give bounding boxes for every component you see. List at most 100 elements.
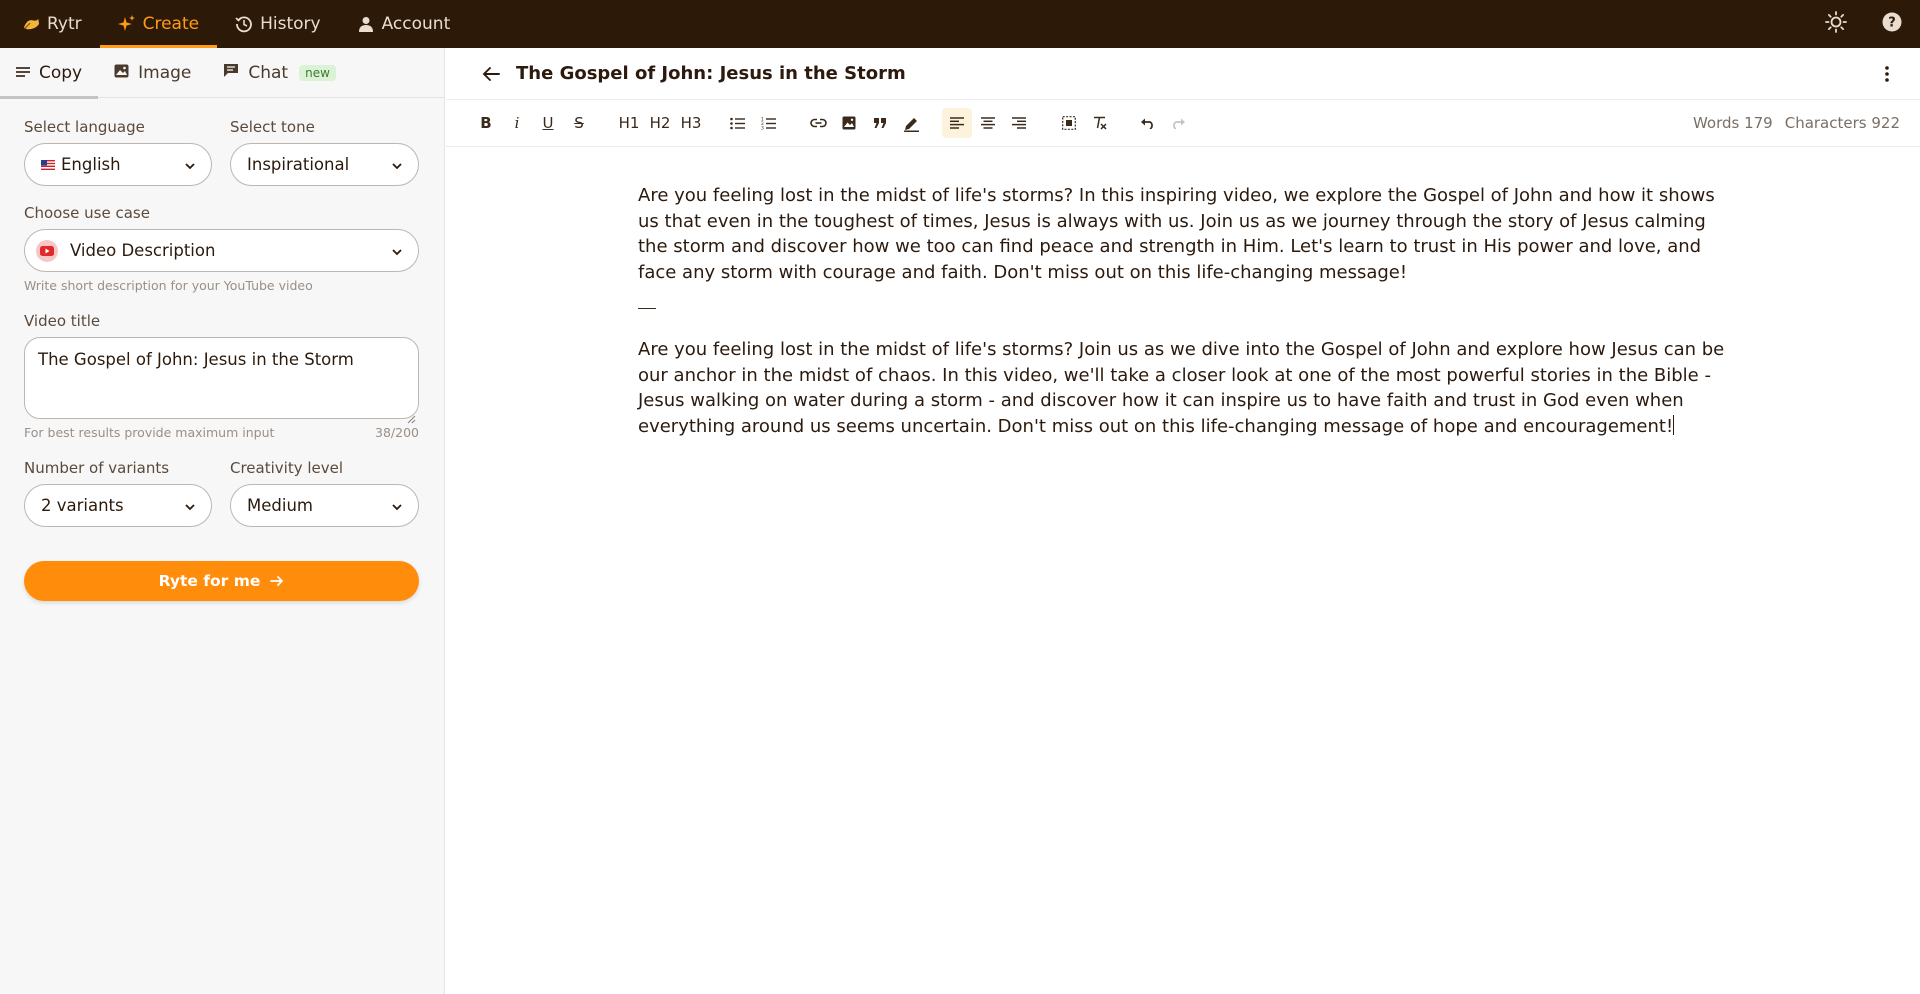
svg-text:3: 3: [761, 125, 764, 130]
heading1-button[interactable]: H1: [615, 108, 643, 138]
tone-value: Inspirational: [247, 155, 350, 174]
use-case-label: Choose use case: [24, 204, 150, 222]
sidebar-tabs: Copy Image Chat new: [0, 48, 444, 99]
use-case-select[interactable]: Video Description: [24, 229, 419, 272]
align-center-icon: [981, 117, 995, 129]
select-all-button[interactable]: [1055, 108, 1083, 138]
nav-history-label: History: [260, 14, 321, 34]
character-count: Characters 922: [1784, 114, 1900, 132]
align-left-button[interactable]: [942, 108, 972, 138]
tab-chat[interactable]: Chat new: [207, 48, 352, 98]
align-left-icon: [950, 117, 964, 129]
resize-handle-icon[interactable]: [407, 409, 416, 424]
image-icon: [842, 116, 856, 130]
chevron-down-icon: [183, 499, 197, 513]
back-button[interactable]: [476, 59, 506, 89]
tab-copy-label: Copy: [39, 62, 83, 83]
clear-formatting-button[interactable]: [1086, 108, 1114, 138]
svg-text:?: ?: [1888, 16, 1896, 31]
brand-link[interactable]: Rytr: [0, 0, 100, 48]
align-center-button[interactable]: [974, 108, 1002, 138]
numbered-list-button[interactable]: 123: [755, 108, 783, 138]
quote-button[interactable]: [866, 108, 894, 138]
clear-format-icon: [1093, 116, 1107, 130]
ryte-button-label: Ryte for me: [158, 572, 261, 590]
arrow-left-icon: [482, 66, 500, 82]
variant-2-text: Are you feeling lost in the midst of lif…: [638, 338, 1725, 437]
undo-icon: [1140, 118, 1155, 129]
link-button[interactable]: [804, 108, 832, 138]
heading3-button[interactable]: H3: [677, 108, 705, 138]
video-title-label: Video title: [24, 312, 101, 330]
history-icon: [235, 15, 253, 33]
video-title-input[interactable]: The Gospel of John: Jesus in the Storm: [24, 337, 419, 419]
nav-create[interactable]: Create: [99, 0, 218, 48]
bullet-list-button[interactable]: [724, 108, 752, 138]
tone-select[interactable]: Inspirational: [230, 143, 419, 186]
nav-history[interactable]: History: [217, 0, 338, 48]
more-options-button[interactable]: [1874, 61, 1900, 87]
redo-icon: [1171, 118, 1186, 129]
strikethrough-button[interactable]: S: [565, 108, 593, 138]
theme-toggle-button[interactable]: [1808, 0, 1864, 48]
align-right-button[interactable]: [1005, 108, 1033, 138]
link-icon: [809, 118, 827, 128]
highlighter-pen-icon: [903, 115, 920, 132]
redo-button[interactable]: [1164, 108, 1192, 138]
language-select[interactable]: English: [24, 143, 212, 186]
user-icon: [357, 15, 375, 33]
bullet-list-icon: [730, 117, 746, 130]
chevron-down-icon: [390, 499, 404, 513]
bold-button[interactable]: B: [472, 108, 500, 138]
insert-image-button[interactable]: [835, 108, 863, 138]
nav-actions: ?: [1808, 0, 1920, 48]
creativity-select[interactable]: Medium: [230, 484, 419, 527]
chevron-down-icon: [390, 244, 404, 258]
heading2-button[interactable]: H2: [646, 108, 674, 138]
tab-chat-label: Chat: [248, 62, 289, 83]
tab-image-label: Image: [138, 62, 192, 83]
document-header: The Gospel of John: Jesus in the Storm: [446, 48, 1920, 100]
word-count: Words 179: [1692, 114, 1773, 132]
variants-value: 2 variants: [41, 496, 124, 515]
use-case-value: Video Description: [70, 241, 216, 260]
variants-select[interactable]: 2 variants: [24, 484, 212, 527]
ryte-for-me-button[interactable]: Ryte for me: [24, 561, 419, 601]
use-case-hint: Write short description for your YouTube…: [24, 278, 313, 293]
nav-account[interactable]: Account: [339, 0, 469, 48]
help-icon: ?: [1882, 12, 1902, 36]
variant-2-paragraph[interactable]: Are you feeling lost in the midst of lif…: [638, 337, 1738, 440]
input-hint: For best results provide maximum input: [24, 425, 275, 440]
select-all-icon: [1062, 116, 1076, 130]
document-stats: Words 179 Characters 922: [1693, 114, 1900, 132]
chevron-down-icon: [390, 158, 404, 172]
editor-panel: The Gospel of John: Jesus in the Storm B…: [446, 48, 1920, 994]
numbered-list-icon: 123: [761, 117, 777, 130]
variant-1-paragraph[interactable]: Are you feeling lost in the midst of lif…: [638, 183, 1738, 286]
tab-image[interactable]: Image: [98, 48, 207, 98]
document-content[interactable]: Are you feeling lost in the midst of lif…: [638, 183, 1738, 453]
image-icon: [114, 63, 129, 83]
formatting-toolbar: B i U S H1 H2 H3 123 Words 179 Character…: [446, 100, 1920, 147]
quote-icon: [873, 118, 887, 128]
undo-button[interactable]: [1133, 108, 1161, 138]
underline-button[interactable]: U: [534, 108, 562, 138]
italic-button[interactable]: i: [503, 108, 531, 138]
document-title[interactable]: The Gospel of John: Jesus in the Storm: [516, 63, 906, 84]
language-label: Select language: [24, 118, 145, 136]
us-flag-icon: [41, 159, 55, 170]
nav-create-label: Create: [142, 14, 200, 34]
tab-copy[interactable]: Copy: [0, 48, 99, 99]
brand-name: Rytr: [47, 14, 82, 34]
highlight-button[interactable]: [897, 108, 925, 138]
sun-icon: [1825, 11, 1847, 37]
sidebar: Copy Image Chat new Select language Engl…: [0, 48, 445, 994]
variant-divider: [638, 307, 656, 309]
help-button[interactable]: ?: [1864, 0, 1920, 48]
chat-icon: [223, 63, 239, 83]
nav-account-label: Account: [381, 14, 451, 34]
top-navigation: Rytr Create History Account ?: [0, 0, 1920, 48]
text-lines-icon: [16, 63, 30, 83]
kebab-menu-icon: [1885, 66, 1889, 82]
arrow-right-icon: [270, 575, 284, 587]
